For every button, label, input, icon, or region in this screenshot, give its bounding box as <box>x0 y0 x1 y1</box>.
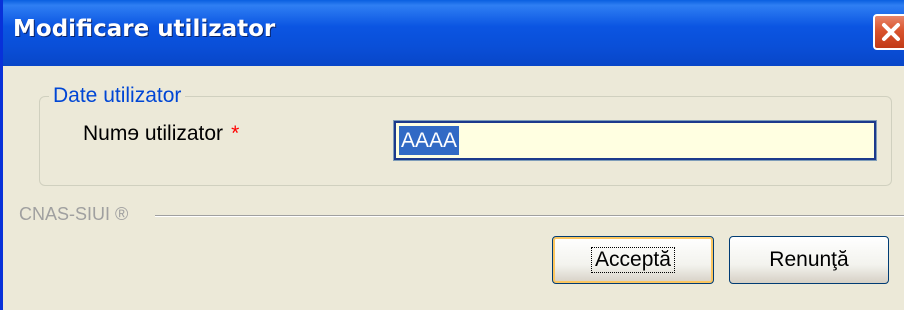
dialog-window: Modificare utilizator Date utilizator Nu… <box>0 0 904 310</box>
accept-button-label: Acceptă <box>591 247 675 273</box>
footer-separator <box>155 215 904 217</box>
close-button[interactable] <box>873 14 904 50</box>
footer-brand-label: CNAS-SIUI ® <box>19 204 129 224</box>
cancel-button-label: Renunţă <box>769 248 849 271</box>
username-input[interactable]: AAAA <box>393 120 877 161</box>
required-marker: * <box>231 122 240 145</box>
close-icon <box>882 23 900 41</box>
username-label-text: Numɘ utilizator <box>83 122 224 145</box>
accept-button[interactable]: Acceptă <box>552 236 714 284</box>
groupbox-legend: Date utilizator <box>49 84 186 108</box>
username-label: Numɘ utilizator * <box>83 122 239 146</box>
username-input-value: AAAA <box>399 126 460 155</box>
cancel-button[interactable]: Renunţă <box>729 236 889 284</box>
title-bar[interactable]: Modificare utilizator <box>3 0 904 66</box>
window-title: Modificare utilizator <box>13 16 276 42</box>
